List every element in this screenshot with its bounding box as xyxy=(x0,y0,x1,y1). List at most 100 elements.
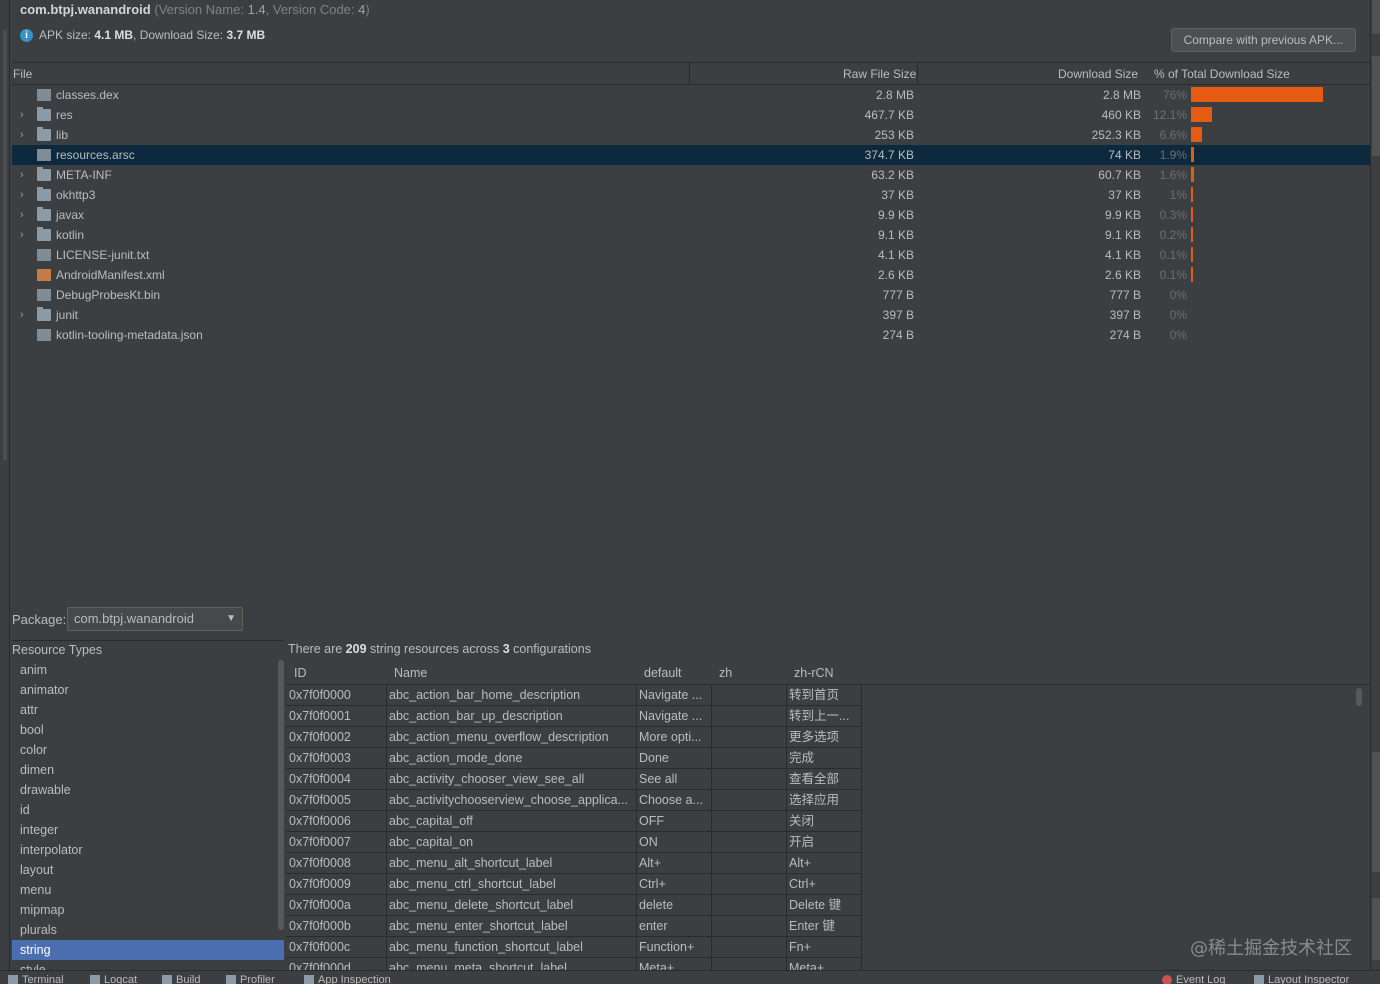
chevron-right-icon[interactable]: › xyxy=(20,165,24,185)
file-row[interactable]: › lib 253 KB 252.3 KB 6.6% xyxy=(12,125,1370,145)
string-table-row[interactable]: 0x7f0f000a abc_menu_delete_shortcut_label… xyxy=(286,895,1370,916)
string-default: Choose a... xyxy=(639,793,703,807)
tool-window-build[interactable]: Build xyxy=(162,974,200,984)
file-row[interactable]: AndroidManifest.xml 2.6 KB 2.6 KB 0.1% xyxy=(12,265,1370,285)
package-bar: Package: com.btpj.wanandroid ▼ xyxy=(12,606,1370,634)
tool-window-event-log[interactable]: Event Log xyxy=(1162,974,1226,984)
chevron-right-icon[interactable]: › xyxy=(20,105,24,125)
apk-title: com.btpj.wanandroid (Version Name: 1.4, … xyxy=(20,2,370,17)
file-name: kotlin xyxy=(56,228,85,242)
folder-icon xyxy=(37,307,51,321)
tool-window-profiler[interactable]: Profiler xyxy=(226,974,275,984)
terminal-icon xyxy=(8,975,18,984)
raw-file-size: 2.6 KB xyxy=(877,268,914,282)
string-table-row[interactable]: 0x7f0f0002 abc_action_menu_overflow_descr… xyxy=(286,727,1370,748)
compare-apk-button[interactable]: Compare with previous APK... xyxy=(1170,28,1356,52)
resource-type-item[interactable]: interpolator xyxy=(12,840,284,860)
resource-type-item[interactable]: string xyxy=(12,940,284,960)
resource-type-item[interactable]: id xyxy=(12,800,284,820)
resource-types-scrollbar[interactable] xyxy=(278,660,284,930)
resource-type-item[interactable]: attr xyxy=(12,700,284,720)
string-name: abc_action_mode_done xyxy=(389,751,523,765)
string-column-header-zh-rcn[interactable]: zh-rCN xyxy=(794,666,834,680)
tool-window-terminal[interactable]: Terminal xyxy=(8,974,64,984)
file-row[interactable]: › res 467.7 KB 460 KB 12.1% xyxy=(12,105,1370,125)
resource-type-item[interactable]: plurals xyxy=(12,920,284,940)
string-table-scrollbar[interactable] xyxy=(1356,688,1362,706)
string-table-row[interactable]: 0x7f0f0007 abc_capital_on ON 开启 xyxy=(286,832,1370,853)
resource-type-item[interactable]: menu xyxy=(12,880,284,900)
tool-window-logcat[interactable]: Logcat xyxy=(90,974,137,984)
string-name: abc_menu_function_shortcut_label xyxy=(389,940,583,954)
file-row[interactable]: resources.arsc 374.7 KB 74 KB 1.9% xyxy=(12,145,1370,165)
folder-icon xyxy=(37,187,51,201)
string-id: 0x7f0f0008 xyxy=(289,856,351,870)
download-size-column-header[interactable]: Download Size xyxy=(1058,67,1138,81)
file-row[interactable]: › okhttp3 37 KB 37 KB 1% xyxy=(12,185,1370,205)
file-name: META-INF xyxy=(56,168,112,182)
resource-type-item[interactable]: drawable xyxy=(12,780,284,800)
file-row[interactable]: DebugProbesKt.bin 777 B 777 B 0% xyxy=(12,285,1370,305)
file-row[interactable]: kotlin-tooling-metadata.json 274 B 274 B 0% xyxy=(12,325,1370,345)
xml-file-icon xyxy=(37,269,51,281)
chevron-right-icon[interactable]: › xyxy=(20,305,24,325)
string-table-row[interactable]: 0x7f0f0001 abc_action_bar_up_description N… xyxy=(286,706,1370,727)
string-table-row[interactable]: 0x7f0f0003 abc_action_mode_done Done 完成 xyxy=(286,748,1370,769)
file-row[interactable]: › junit 397 B 397 B 0% xyxy=(12,305,1370,325)
resource-type-item[interactable]: integer xyxy=(12,820,284,840)
resource-type-item[interactable]: anim xyxy=(12,660,284,680)
resource-type-item[interactable]: mipmap xyxy=(12,900,284,920)
string-zh-rcn: Alt+ xyxy=(789,856,811,870)
string-column-header-default[interactable]: default xyxy=(644,666,682,680)
string-table-row[interactable]: 0x7f0f0004 abc_activity_chooser_view_see_… xyxy=(286,769,1370,790)
resource-type-item[interactable]: animator xyxy=(12,680,284,700)
resource-type-item[interactable]: dimen xyxy=(12,760,284,780)
file-name: okhttp3 xyxy=(56,188,96,202)
download-size-bar xyxy=(1191,87,1323,102)
chevron-right-icon[interactable]: › xyxy=(20,225,24,245)
folder-icon xyxy=(37,127,51,141)
chevron-right-icon[interactable]: › xyxy=(20,185,24,205)
percent-column-header[interactable]: % of Total Download Size xyxy=(1154,67,1290,81)
file-row[interactable]: › kotlin 9.1 KB 9.1 KB 0.2% xyxy=(12,225,1370,245)
package-select[interactable]: com.btpj.wanandroid ▼ xyxy=(67,607,243,631)
string-column-header-zh[interactable]: zh xyxy=(719,666,732,680)
download-percent: 0.1% xyxy=(1159,248,1187,262)
text-file-icon xyxy=(37,249,51,261)
resource-type-item[interactable]: layout xyxy=(12,860,284,880)
file-row[interactable]: › javax 9.9 KB 9.9 KB 0.3% xyxy=(12,205,1370,225)
file-column-header[interactable]: File xyxy=(13,67,32,81)
file-row[interactable]: › META-INF 63.2 KB 60.7 KB 1.6% xyxy=(12,165,1370,185)
right-tool-tab[interactable] xyxy=(1372,0,1380,34)
tool-window-app-inspection[interactable]: App Inspection xyxy=(304,974,391,984)
download-percent: 76% xyxy=(1162,88,1187,102)
string-default: Meta+ xyxy=(639,961,675,970)
resource-type-item[interactable]: style xyxy=(12,960,284,970)
tool-window-layout-inspector[interactable]: Layout Inspector xyxy=(1254,974,1349,984)
device-file-explorer-tab[interactable] xyxy=(1372,752,1380,872)
string-zh-rcn: 更多选项 xyxy=(789,730,840,744)
emulator-tab[interactable] xyxy=(1372,898,1380,960)
chevron-right-icon[interactable]: › xyxy=(20,205,24,225)
string-column-header-name[interactable]: Name xyxy=(394,666,427,680)
string-count: 209 xyxy=(345,642,367,656)
file-row[interactable]: LICENSE-junit.txt 4.1 KB 4.1 KB 0.1% xyxy=(12,245,1370,265)
string-table-row[interactable]: 0x7f0f0005 abc_activitychooserview_choose… xyxy=(286,790,1370,811)
resource-types-list: anim animator attr bool color dimen drawable id… xyxy=(12,660,284,970)
resource-type-item[interactable]: color xyxy=(12,740,284,760)
device-manager-tab[interactable] xyxy=(1372,56,1380,156)
chevron-right-icon[interactable]: › xyxy=(20,125,24,145)
string-table-row[interactable]: 0x7f0f0009 abc_menu_ctrl_shortcut_label Ct… xyxy=(286,874,1370,895)
string-table-row[interactable]: 0x7f0f0008 abc_menu_alt_shortcut_label Alt… xyxy=(286,853,1370,874)
download-size-bar xyxy=(1191,107,1212,122)
download-size: 460 KB xyxy=(1101,108,1141,122)
left-gutter xyxy=(0,0,10,970)
file-name: kotlin-tooling-metadata.json xyxy=(56,328,203,342)
string-id: 0x7f0f000a xyxy=(289,898,351,912)
file-row[interactable]: classes.dex 2.8 MB 2.8 MB 76% xyxy=(12,85,1370,105)
raw-size-column-header[interactable]: Raw File Size xyxy=(843,67,916,81)
resource-type-item[interactable]: bool xyxy=(12,720,284,740)
string-table-row[interactable]: 0x7f0f0000 abc_action_bar_home_descriptio… xyxy=(286,685,1370,706)
string-table-row[interactable]: 0x7f0f0006 abc_capital_off OFF 关闭 xyxy=(286,811,1370,832)
string-column-header-id[interactable]: ID xyxy=(294,666,307,680)
